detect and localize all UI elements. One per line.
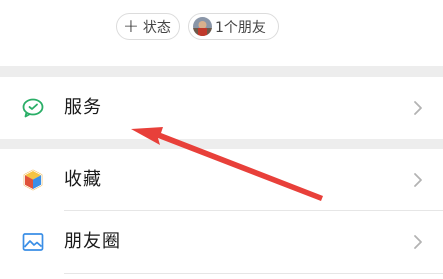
- menu-item-label: 朋友圈: [64, 231, 121, 252]
- plus-icon: +: [123, 15, 139, 37]
- cube-icon: [21, 168, 45, 192]
- friends-chip-label: 1个朋友: [215, 19, 266, 36]
- status-chip[interactable]: + 状态: [116, 13, 180, 40]
- profile-strip: + 状态 1个朋友: [0, 0, 443, 66]
- wechat-pay-icon: [21, 96, 45, 120]
- menu-item-label: 收藏: [64, 169, 102, 190]
- friends-chip[interactable]: 1个朋友: [188, 13, 279, 40]
- chevron-right-icon: [412, 233, 424, 251]
- friend-avatar: [193, 17, 212, 36]
- section-separator: [0, 66, 443, 77]
- chevron-right-icon: [412, 171, 424, 189]
- bottom-area: [0, 274, 443, 279]
- section-separator: [0, 139, 443, 149]
- chevron-right-icon: [412, 99, 424, 117]
- menu-item-service[interactable]: 服务: [0, 77, 443, 139]
- status-chip-label: 状态: [142, 19, 171, 36]
- image-icon: [21, 230, 45, 254]
- menu-item-label: 服务: [64, 97, 102, 118]
- menu-item-moments[interactable]: 朋友圈: [0, 211, 443, 273]
- menu-item-favorites[interactable]: 收藏: [0, 149, 443, 210]
